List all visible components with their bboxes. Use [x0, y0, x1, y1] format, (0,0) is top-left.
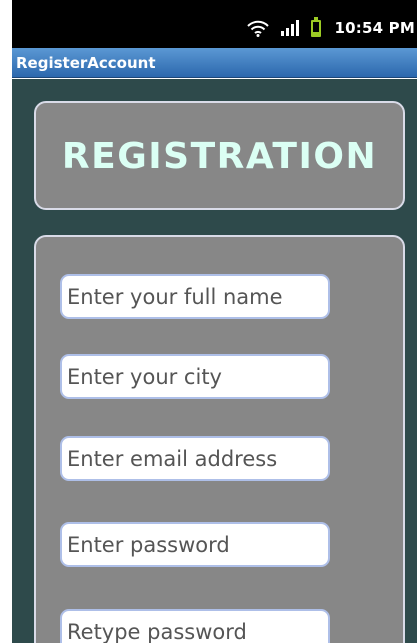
signal-icon [280, 20, 301, 36]
page-title: REGISTRATION [61, 136, 378, 177]
main-content: REGISTRATION [12, 79, 417, 643]
city-input[interactable] [60, 354, 330, 399]
title-bar: RegisterAccount [12, 48, 417, 78]
full-name-input[interactable] [60, 274, 330, 319]
battery-icon [310, 16, 321, 37]
retype-password-input[interactable] [60, 609, 330, 643]
left-margin [0, 0, 12, 643]
header-card: REGISTRATION [34, 101, 405, 210]
app-title: RegisterAccount [16, 54, 156, 72]
password-input[interactable] [60, 522, 330, 567]
status-bar: 10:54 PM [12, 0, 417, 48]
wifi-icon [246, 20, 269, 37]
status-icons: 10:54 PM [246, 16, 416, 37]
clock: 10:54 PM [334, 19, 415, 37]
registration-form [34, 235, 405, 643]
email-input[interactable] [60, 436, 330, 481]
